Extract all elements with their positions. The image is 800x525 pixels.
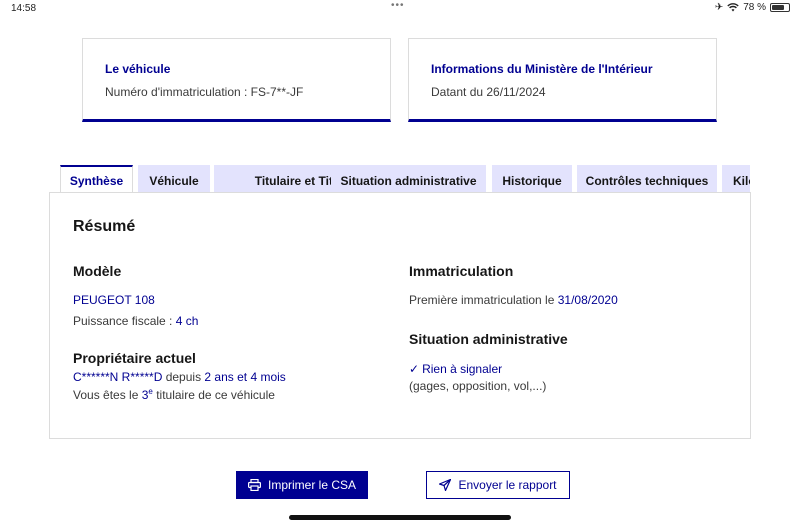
- owner-name: C******N R*****D: [73, 370, 163, 384]
- ministry-card: Informations du Ministère de l'Intérieur…: [408, 38, 717, 122]
- status-bar: 14:58 ••• ✈ 78 %: [0, 0, 800, 18]
- admin-situation-heading: Situation administrative: [409, 331, 568, 347]
- send-report-button[interactable]: Envoyer le rapport: [426, 471, 570, 499]
- vehicle-card: Le véhicule Numéro d'immatriculation : F…: [82, 38, 391, 122]
- model-heading: Modèle: [73, 263, 122, 279]
- admin-status-text: Rien à signaler: [422, 362, 503, 376]
- wifi-icon: [727, 3, 739, 12]
- owner-rank-number: 3e: [141, 387, 153, 402]
- tab-vehicule[interactable]: Véhicule: [138, 165, 210, 193]
- summary-title: Résumé: [73, 218, 136, 235]
- ministry-date: Datant du 26/11/2024: [431, 85, 546, 99]
- owner-duration: 2 ans et 4 mois: [204, 370, 286, 384]
- owner-rank-suffix: titulaire de ce véhicule: [152, 388, 275, 402]
- admin-status: ✓ Rien à signaler: [409, 362, 502, 376]
- send-icon: [439, 479, 452, 491]
- status-indicators: ✈ 78 %: [715, 2, 790, 13]
- print-csa-button[interactable]: Imprimer le CSA: [236, 471, 368, 499]
- print-csa-label: Imprimer le CSA: [267, 478, 356, 492]
- tab-controles-techniques[interactable]: Contrôles techniques: [577, 165, 717, 193]
- printer-icon: [247, 479, 261, 491]
- fiscal-power-value: 4 ch: [175, 314, 199, 328]
- battery-percentage: 78 %: [743, 2, 766, 13]
- registration-number: Numéro d'immatriculation : FS-7**-JF: [105, 85, 304, 99]
- check-icon: ✓: [409, 362, 420, 376]
- owner-rank: Vous êtes le 3e titulaire de ce véhicule: [73, 387, 275, 402]
- fiscal-power-label: Puissance fiscale :: [73, 314, 176, 328]
- status-time: 14:58: [11, 3, 37, 14]
- tab-bar: Synthèse Véhicule Titulaire et Titre Sit…: [60, 165, 750, 193]
- owner-rank-prefix: Vous êtes le: [73, 388, 142, 402]
- home-indicator[interactable]: [289, 515, 511, 520]
- tab-synthese[interactable]: Synthèse: [60, 165, 133, 193]
- ministry-card-title: Informations du Ministère de l'Intérieur: [431, 62, 653, 76]
- registration-heading: Immatriculation: [409, 263, 514, 279]
- first-registration-date: 31/08/2020: [557, 293, 618, 307]
- multitasking-dots-icon[interactable]: •••: [391, 0, 405, 11]
- owner-line: C******N R*****D depuis 2 ans et 4 mois: [73, 370, 286, 384]
- model-name: PEUGEOT 108: [73, 293, 155, 307]
- vehicle-card-title: Le véhicule: [105, 62, 171, 76]
- battery-icon: [770, 3, 790, 12]
- airplane-mode-icon: ✈: [714, 2, 724, 13]
- tab-kilometrage[interactable]: Kilo: [722, 165, 750, 193]
- first-registration-label: Première immatriculation le: [409, 293, 558, 307]
- send-report-label: Envoyer le rapport: [458, 478, 557, 492]
- owner-since-label: depuis: [162, 370, 205, 384]
- tab-historique[interactable]: Historique: [492, 165, 572, 193]
- owner-heading: Propriétaire actuel: [73, 350, 196, 366]
- first-registration: Première immatriculation le 31/08/2020: [409, 293, 618, 307]
- admin-note: (gages, opposition, vol,...): [409, 379, 547, 393]
- fiscal-power: Puissance fiscale : 4 ch: [73, 314, 198, 328]
- tab-situation-administrative[interactable]: Situation administrative: [331, 165, 486, 193]
- summary-panel: Résumé Modèle PEUGEOT 108 Puissance fisc…: [49, 192, 751, 439]
